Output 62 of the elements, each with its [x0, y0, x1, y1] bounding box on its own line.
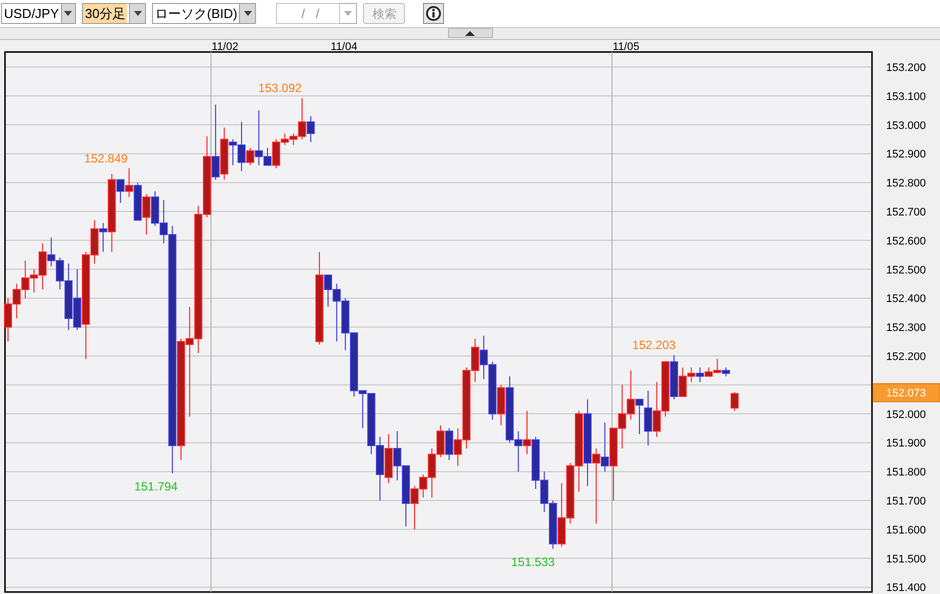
dropdown[interactable]: 30分足: [82, 3, 146, 24]
extreme-price-label: 152.849: [84, 151, 128, 166]
price-label: 152.800: [886, 178, 926, 190]
caret-icon: [60, 4, 75, 23]
price-label: 151.500: [886, 553, 926, 566]
candlestick: [12, 283, 21, 319]
extreme-price-label: 153.092: [258, 81, 302, 96]
price-label: 152.300: [886, 322, 926, 334]
candlestick: [730, 392, 739, 412]
candlestick: [540, 471, 548, 513]
price-label: 152.500: [886, 264, 926, 276]
candlestick: [376, 436, 384, 501]
candlestick: [134, 182, 142, 221]
candlestick: [548, 500, 557, 550]
collapse-button[interactable]: [448, 28, 492, 38]
date-label: 11/05: [612, 41, 640, 53]
price-label: 151.900: [886, 438, 926, 450]
caret-icon: [239, 4, 256, 23]
dropdown-value: 30分足: [83, 4, 128, 23]
candlestick: [480, 335, 488, 380]
caret-icon: [129, 4, 145, 23]
price-label: 151.700: [886, 496, 926, 508]
current-price-label: 152.073: [872, 383, 940, 402]
dropdown[interactable]: ローソク(BID): [152, 3, 256, 24]
caret-icon: [340, 3, 358, 24]
info-icon: [426, 6, 442, 21]
date-label: 11/02: [212, 41, 238, 53]
extreme-price-label: 152.203: [632, 338, 676, 352]
candlestick: [445, 428, 454, 461]
candlestick: [652, 382, 661, 438]
candlestick: [402, 465, 410, 527]
price-label: 152.900: [886, 148, 926, 161]
up-triangle-icon: [465, 30, 475, 36]
price-label: 152.600: [886, 235, 926, 248]
price-label: 151.800: [886, 466, 926, 479]
price-label: 152.200: [886, 351, 926, 363]
candlestick: [558, 482, 566, 548]
candlestick: [151, 190, 160, 226]
candlestick: [661, 361, 670, 418]
price-label: 151.400: [886, 582, 926, 594]
extreme-price-label: 151.794: [134, 479, 178, 494]
price-label: 151.600: [886, 524, 926, 536]
candlestick: [566, 462, 574, 524]
dropdown[interactable]: USD/JPY: [1, 3, 76, 24]
price-label: 152.400: [886, 293, 926, 306]
info-button[interactable]: [423, 3, 444, 24]
date-label: 11/04: [330, 41, 358, 53]
price-label: 152.700: [886, 206, 926, 218]
extreme-price-label: 151.533: [511, 554, 555, 569]
candlestick: [532, 436, 540, 490]
price-label: 153.000: [886, 120, 926, 132]
candlestick: [618, 384, 626, 449]
price-label: 153.200: [886, 62, 926, 74]
candlestick: [384, 434, 393, 484]
price-label: 153.100: [886, 90, 926, 103]
candlestick: [393, 430, 402, 481]
candlestick: [488, 361, 496, 420]
price-label: 152.000: [886, 408, 926, 421]
candlestick: [341, 298, 350, 351]
candlestick: [125, 168, 134, 198]
candlestick: [626, 370, 635, 420]
candlestick: [142, 194, 150, 236]
